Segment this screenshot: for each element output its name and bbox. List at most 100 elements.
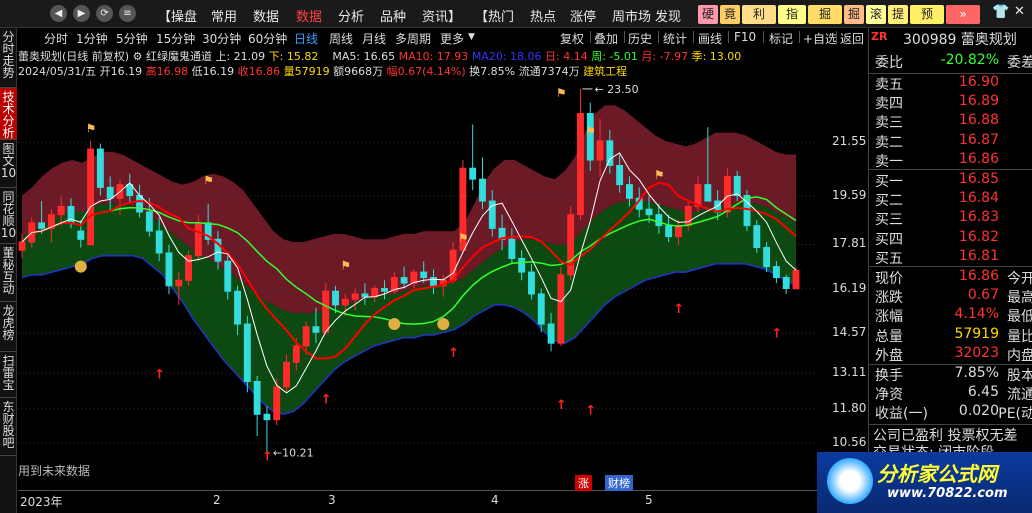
caibang-badge[interactable]: 财榜: [605, 475, 633, 491]
x-tick: 3: [328, 493, 336, 507]
menu-shuju-active[interactable]: 数据: [296, 6, 322, 25]
menu-remen[interactable]: 【热门: [475, 6, 514, 25]
tb-1min[interactable]: 1分钟: [76, 30, 108, 47]
y-tick: 17.81: [832, 236, 867, 251]
tb-biaoji[interactable]: 标记: [769, 30, 793, 47]
tb-60min[interactable]: 60分钟: [248, 30, 287, 47]
buy-arrow-icon: ↑: [154, 368, 165, 383]
tag-jue2[interactable]: 掘: [844, 5, 864, 24]
ltab-guba[interactable]: 东财股吧: [0, 398, 17, 456]
menu-fenxi[interactable]: 分析: [338, 6, 364, 25]
menu-caopan[interactable]: 【操盘: [158, 6, 197, 25]
close-icon[interactable]: ✕: [1014, 4, 1025, 19]
ask-row: 卖三 16.88: [873, 112, 1032, 131]
menu-pinzhong[interactable]: 品种: [380, 6, 406, 25]
menu-changyong[interactable]: 常用: [211, 6, 237, 25]
tag-gun[interactable]: 滚: [866, 5, 886, 24]
tb-daily[interactable]: 日线: [294, 30, 318, 47]
stock-title: 蕾奥规划(日线 前复权): [18, 50, 130, 63]
ltab-fenshi[interactable]: 分时走势: [0, 28, 17, 88]
ltab-dongmi[interactable]: 董秘互动: [0, 244, 17, 302]
buy-arrow-icon: ↑: [585, 403, 596, 418]
bar-low: 低16.19: [191, 65, 235, 78]
tag-jing[interactable]: 竟: [720, 5, 740, 24]
kline-chart[interactable]: ← 23.50←10.21↑↑↑↑↑ ↑↑↑⚑⚑⚑⚑⚑⚑⚑: [18, 78, 867, 490]
tb-zixuan[interactable]: +自选: [803, 30, 837, 47]
bar-sector[interactable]: 建筑工程: [583, 65, 627, 78]
menu-zhangting[interactable]: 涨停: [570, 6, 596, 25]
settings-icon[interactable]: ⚙: [133, 50, 143, 63]
ltab-tuwen[interactable]: 图文10: [0, 140, 17, 188]
menu-shichang[interactable]: 周市场: [612, 6, 651, 25]
refresh-icon[interactable]: ⟳: [96, 5, 113, 22]
zhang-badge[interactable]: 涨: [575, 475, 592, 491]
tb-f10[interactable]: F10: [734, 30, 756, 44]
ltab-saolei[interactable]: 扫雷宝: [0, 352, 17, 398]
candle-body: [38, 222, 46, 229]
candle-body: [145, 211, 153, 232]
tb-diejia[interactable]: 叠加: [594, 30, 618, 47]
tag-ti[interactable]: 提: [888, 5, 908, 24]
candle-body: [400, 277, 408, 284]
tb-monthly[interactable]: 月线: [362, 30, 386, 47]
indicator-info: 蕾奥规划(日线 前复权) ⚙ 红绿魔鬼通道 上: 21.09 下: 15.82 …: [18, 48, 741, 64]
menu-shuju[interactable]: 数据: [253, 6, 279, 25]
candle-body: [479, 178, 486, 202]
back-icon[interactable]: ◀: [50, 5, 67, 22]
ltab-tonghuashun[interactable]: 同花顺10: [0, 188, 17, 244]
ltab-jishu[interactable]: 技术分析: [0, 88, 17, 140]
menu-icon[interactable]: ≡: [119, 5, 136, 22]
high-label: ← 23.50: [594, 83, 638, 96]
tb-5min[interactable]: 5分钟: [116, 30, 148, 47]
tb-fuquan[interactable]: 复权: [560, 30, 584, 47]
candle-body: [606, 140, 614, 166]
logo-icon: [827, 458, 873, 504]
ask-row: 卖一 16.86: [873, 151, 1032, 170]
y-tick: 16.19: [832, 280, 867, 295]
separator: [728, 31, 729, 43]
tb-huaxian[interactable]: 画线: [698, 30, 722, 47]
tb-more[interactable]: 更多: [440, 30, 464, 47]
buy-arrow-icon: ↑: [262, 450, 273, 465]
runner-icon: ⚑: [585, 124, 596, 138]
bid-row: 买三 16.83: [873, 209, 1032, 228]
tb-fanhui[interactable]: 返回: [840, 30, 864, 47]
tag-li[interactable]: 利: [742, 5, 776, 24]
tag-zhi[interactable]: 指: [778, 5, 806, 24]
menu-zixun[interactable]: 资讯】: [422, 6, 461, 25]
tb-15min[interactable]: 15分钟: [156, 30, 195, 47]
ma10-value: MA10: 17.93: [398, 50, 469, 63]
candle-body: [263, 413, 271, 421]
tag-jue1[interactable]: 掘: [808, 5, 842, 24]
bid-row: 买五 16.81: [873, 248, 1032, 267]
menu-redian[interactable]: 热点: [530, 6, 556, 25]
candle-body: [106, 186, 114, 199]
tag-yu[interactable]: 预: [910, 5, 944, 24]
stat2-row-label: 收益(一): [875, 406, 928, 423]
stat2-row-value: 7.85%: [954, 365, 999, 381]
weibi-row: 委比 -20.82% 委差: [873, 52, 1032, 71]
stat2-row: 收益(一) 0.020 PE(动: [873, 403, 1032, 423]
tag-more[interactable]: »: [946, 5, 980, 24]
chevron-down-icon[interactable]: ▼: [468, 32, 475, 42]
tb-30min[interactable]: 30分钟: [202, 30, 241, 47]
candle-body: [763, 246, 771, 268]
bar-high: 高16.98: [145, 65, 189, 78]
x-tick: 5: [645, 493, 653, 507]
tb-weekly[interactable]: 周线: [329, 30, 353, 47]
tb-tongji[interactable]: 统计: [663, 30, 687, 47]
candle-body: [175, 279, 183, 287]
candle-body: [234, 290, 241, 325]
tb-lishi[interactable]: 历史: [628, 30, 652, 47]
candle-body: [528, 271, 535, 295]
ltab-longhu[interactable]: 龙虎榜: [0, 302, 17, 352]
divider: [868, 266, 1032, 267]
forward-icon[interactable]: ▶: [73, 5, 90, 22]
menu-faxian[interactable]: 发现: [655, 6, 681, 25]
tb-multi[interactable]: 多周期: [395, 30, 431, 47]
shirt-icon[interactable]: 👕: [992, 4, 1009, 20]
indicator-name[interactable]: 红绿魔鬼通道: [146, 50, 212, 63]
bid-row-value: 16.82: [958, 228, 999, 245]
tag-ying[interactable]: 硬: [698, 5, 718, 24]
tb-fenshi[interactable]: 分时: [44, 30, 68, 47]
